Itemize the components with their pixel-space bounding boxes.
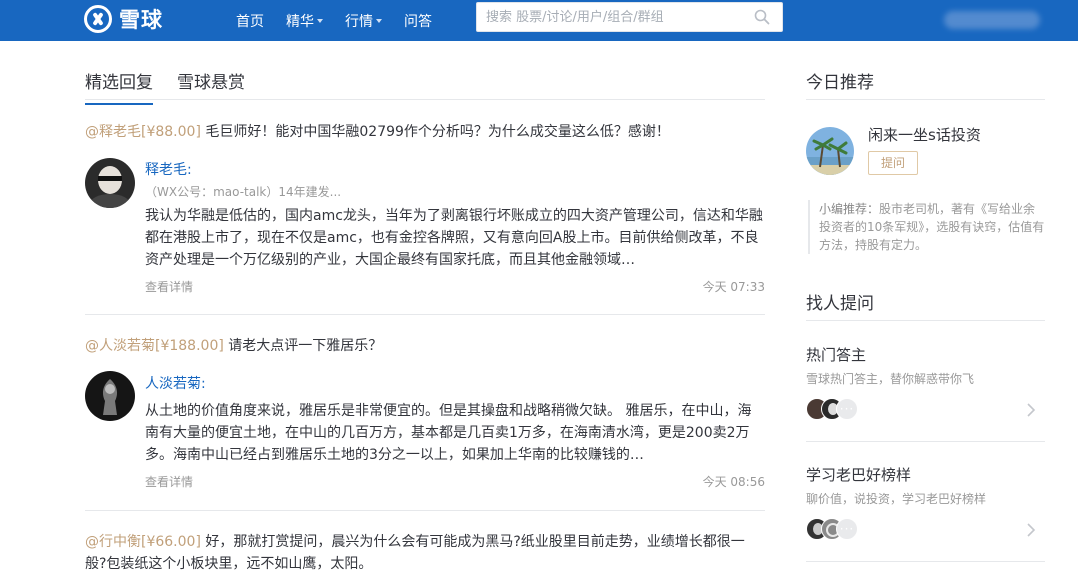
- answer-footer: 查看详情 今天 08:56: [145, 473, 765, 491]
- asker-link[interactable]: @行中衡[¥66.00]: [85, 534, 201, 550]
- answerer-desc: （WX公号：mao-talk）14年建发...: [145, 185, 342, 199]
- logo-text: 雪球: [119, 8, 163, 32]
- chevron-right-icon[interactable]: [1026, 403, 1036, 417]
- ask-question-button[interactable]: 提问: [868, 151, 918, 175]
- group-title-hot-answerers[interactable]: 热门答主: [806, 344, 866, 365]
- answer-footer: 查看详情 今天 07:33: [145, 278, 765, 296]
- asker-link[interactable]: @人淡若菊[¥188.00]: [85, 338, 224, 354]
- answer-body: 我认为华融是低估的，国内amc龙头，当年为了剥离银行坏账成立的四大资产管理公司，…: [145, 205, 765, 271]
- divider: [806, 561, 1045, 562]
- qa-post: @人淡若菊[¥188.00] 请老大点评一下雅居乐？ 人淡若菊: 从土地的价值角…: [85, 335, 765, 495]
- divider: [85, 314, 765, 315]
- content-tabs: 精选回复 雪球悬赏: [85, 64, 765, 105]
- avatar[interactable]: [85, 371, 135, 421]
- nav-home[interactable]: 首页: [236, 11, 264, 31]
- view-details-link[interactable]: 查看详情: [145, 473, 193, 490]
- user-menu[interactable]: [944, 11, 1040, 29]
- group-subtitle: 聊价值，说投资，学习老巴好榜样: [806, 492, 987, 506]
- search-input[interactable]: [477, 3, 737, 31]
- search-box: [476, 2, 783, 32]
- timestamp: 今天 07:33: [702, 280, 765, 294]
- nav-home-label: 首页: [236, 13, 264, 30]
- search-icon[interactable]: [754, 9, 770, 25]
- logo[interactable]: 雪球: [84, 5, 163, 33]
- caret-down-icon: [317, 18, 323, 23]
- more-avatars-icon: ···: [836, 398, 858, 420]
- answer: 人淡若菊:: [145, 373, 765, 393]
- question-text: 毛巨师好！能对中国华融02799作个分析吗？为什么成交量这么低？感谢！: [205, 124, 670, 140]
- chevron-right-icon[interactable]: [1026, 523, 1036, 537]
- group-title-buffett[interactable]: 学习老巴好榜样: [806, 464, 911, 485]
- qa-post: @释老毛[¥88.00] 毛巨师好！能对中国华融02799作个分析吗？为什么成交…: [85, 121, 765, 301]
- today-recommend-title: 今日推荐: [806, 73, 874, 93]
- editor-label: 小编推荐：: [819, 202, 880, 216]
- answer-text: 从土地的价值角度来说，雅居乐是非常便宜的。但是其操盘和战略稍微欠缺。 雅居乐，在…: [145, 403, 752, 463]
- tab-bounties[interactable]: 雪球悬赏: [177, 68, 245, 103]
- top-navbar: 雪球 首页 精华 行情 问答: [0, 0, 1078, 41]
- divider: [806, 320, 1045, 321]
- nav-featured[interactable]: 精华: [286, 11, 323, 31]
- answerer-photo: [85, 371, 135, 421]
- editor-recommendation: 小编推荐：股市老司机，著有《写给业余投资者的10条军规》，选股有诀窍，估值有方法…: [808, 200, 1045, 254]
- divider: [806, 99, 1045, 100]
- answerer-name[interactable]: 释老毛:: [145, 159, 765, 179]
- caret-down-icon: [376, 18, 382, 23]
- find-people-title: 找人提问: [806, 294, 874, 314]
- view-details-link[interactable]: 查看详情: [145, 278, 193, 295]
- qa-post: @行中衡[¥66.00] 好，那就打赏提问，晨兴为什么会有可能成为黑马?纸业股里…: [85, 531, 765, 579]
- divider: [85, 510, 765, 511]
- avatar[interactable]: [85, 158, 135, 208]
- answer-text: 我认为华融是低估的，国内amc龙头，当年为了剥离银行坏账成立的四大资产管理公司，…: [145, 208, 763, 268]
- answerer-photo: [85, 158, 135, 208]
- group-avatars[interactable]: ···: [806, 518, 886, 540]
- answerer-name[interactable]: 人淡若菊:: [145, 373, 765, 393]
- main-nav: 首页 精华 行情 问答: [236, 0, 454, 41]
- question: @释老毛[¥88.00] 毛巨师好！能对中国华融02799作个分析吗？为什么成交…: [85, 121, 765, 143]
- answer: 释老毛: （WX公号：mao-talk）14年建发...: [145, 159, 765, 200]
- answer-body: 从土地的价值角度来说，雅居乐是非常便宜的。但是其操盘和战略稍微欠缺。 雅居乐，在…: [145, 400, 765, 466]
- question: @行中衡[¥66.00] 好，那就打赏提问，晨兴为什么会有可能成为黑马?纸业股里…: [85, 531, 765, 575]
- tab-featured-replies[interactable]: 精选回复: [85, 68, 153, 105]
- recommended-user-name[interactable]: 闲来一坐s话投资: [868, 124, 981, 145]
- xueqiu-logo-icon: [84, 5, 112, 33]
- group-avatars[interactable]: ···: [806, 398, 886, 420]
- question-text: 请老大点评一下雅居乐？: [228, 338, 383, 354]
- question: @人淡若菊[¥188.00] 请老大点评一下雅居乐？: [85, 335, 765, 357]
- nav-featured-label: 精华: [286, 13, 314, 30]
- nav-market-label: 行情: [345, 13, 373, 30]
- group-subtitle: 雪球热门答主，替你解惑带你飞: [806, 372, 975, 386]
- nav-market[interactable]: 行情: [345, 11, 382, 31]
- divider: [806, 441, 1045, 442]
- recommended-avatar[interactable]: [806, 127, 854, 175]
- recommended-photo: [806, 127, 854, 175]
- nav-qa-label: 问答: [404, 13, 432, 30]
- asker-link[interactable]: @释老毛[¥88.00]: [85, 124, 201, 140]
- nav-qa[interactable]: 问答: [404, 11, 432, 31]
- timestamp: 今天 08:56: [702, 475, 765, 489]
- more-avatars-icon: ···: [836, 518, 858, 540]
